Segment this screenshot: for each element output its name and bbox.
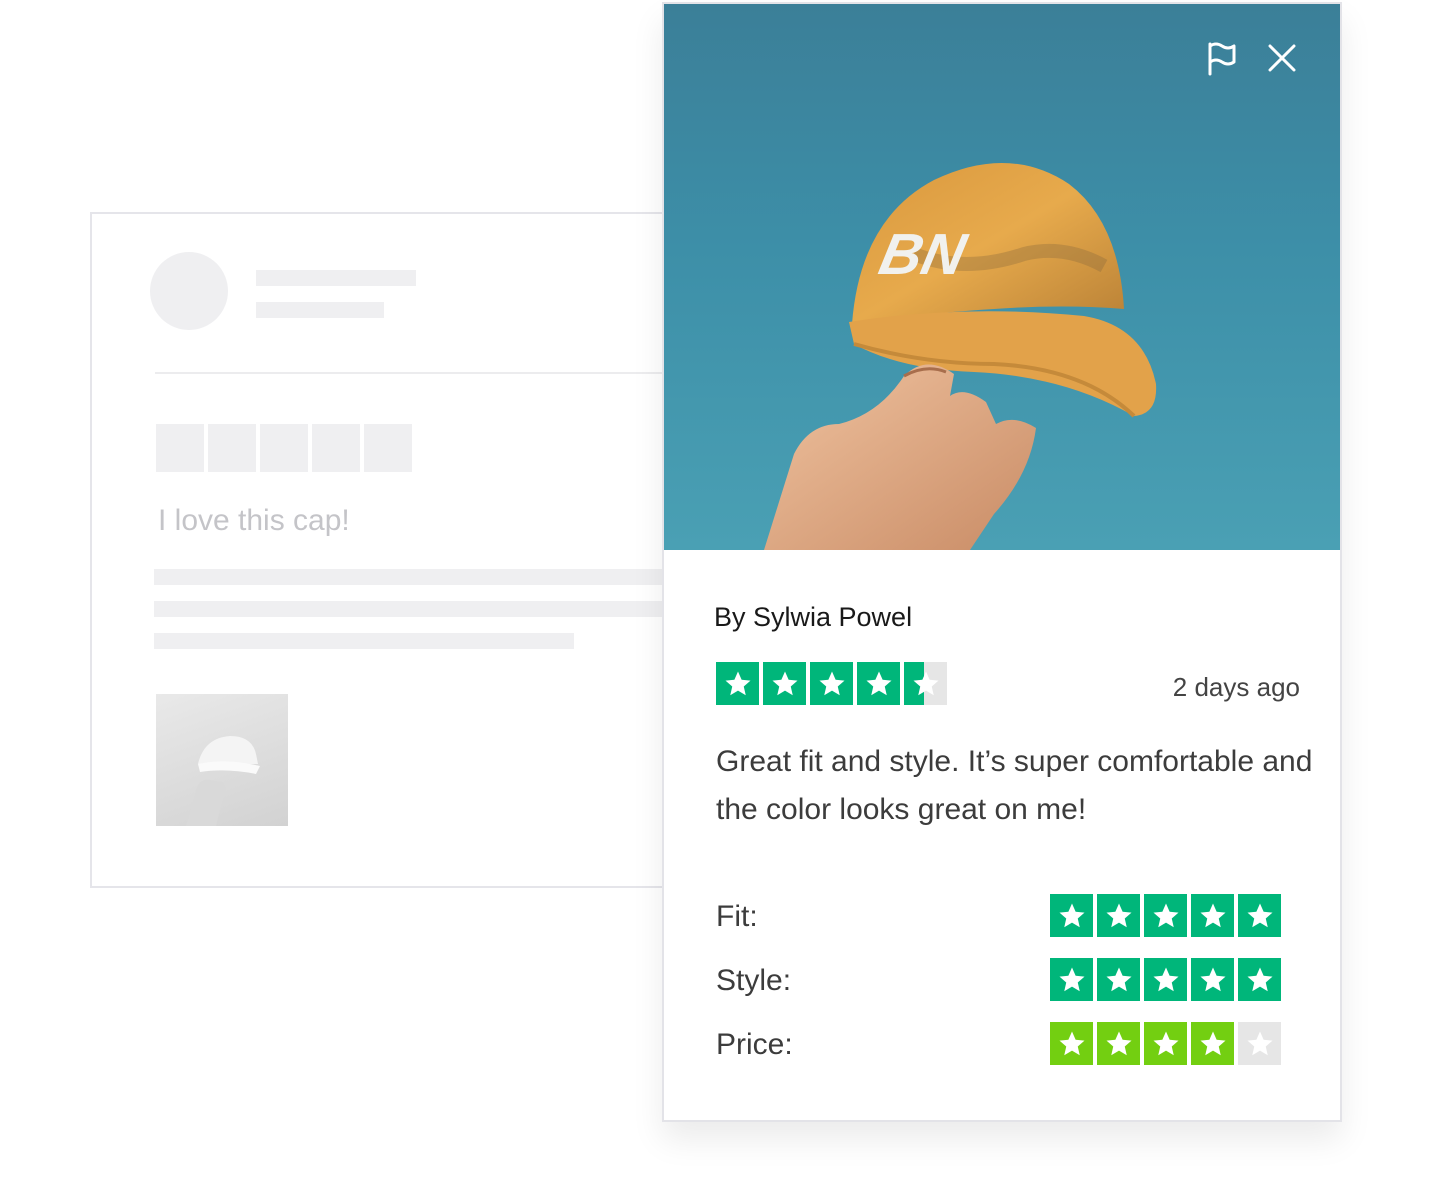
close-icon[interactable]	[1262, 38, 1302, 78]
overall-rating-stars	[716, 662, 947, 705]
attribute-label-price: Price:	[716, 1028, 793, 1061]
star-icon	[1144, 894, 1187, 937]
star-icon	[857, 662, 900, 705]
star-icon	[1097, 958, 1140, 1001]
review-title: I love this cap!	[158, 504, 350, 537]
star-icon	[1050, 1022, 1093, 1065]
star-icon	[1238, 958, 1281, 1001]
star-icon	[1097, 894, 1140, 937]
star-icon	[1191, 1022, 1234, 1065]
star-icon	[716, 662, 759, 705]
star-placeholder	[260, 424, 308, 472]
star-placeholder	[364, 424, 412, 472]
star-icon	[904, 662, 947, 705]
star-icon	[1238, 1022, 1281, 1065]
divider	[155, 372, 695, 374]
star-icon	[1238, 894, 1281, 937]
review-modal: BN By Sylwia Powel 2 days ago Great fit …	[662, 2, 1342, 1122]
review-photo: BN	[664, 4, 1340, 550]
cap-photo-illustration: BN	[764, 162, 1157, 550]
review-body: Great fit and style. It’s super comforta…	[716, 745, 1313, 826]
meta-placeholder	[256, 302, 384, 318]
star-icon	[1050, 894, 1093, 937]
name-placeholder	[256, 270, 416, 286]
attribute-rating-style	[1050, 958, 1281, 1001]
background-review-card: I love this cap!	[90, 212, 695, 888]
star-icon	[1144, 1022, 1187, 1065]
attribute-label-fit: Fit:	[716, 900, 758, 933]
flag-icon[interactable]	[1202, 38, 1242, 78]
star-icon	[810, 662, 853, 705]
text-placeholder	[154, 633, 574, 649]
star-placeholders	[156, 424, 412, 472]
svg-text:BN: BN	[874, 223, 973, 287]
text-placeholder	[154, 569, 694, 585]
star-icon	[1097, 1022, 1140, 1065]
star-placeholder	[208, 424, 256, 472]
star-icon	[1191, 958, 1234, 1001]
star-icon	[1144, 958, 1187, 1001]
attribute-rating-price	[1050, 1022, 1281, 1065]
text-placeholder	[154, 601, 694, 617]
avatar-placeholder	[150, 252, 228, 330]
star-icon	[1050, 958, 1093, 1001]
attribute-label-style: Style:	[716, 964, 792, 997]
review-author: By Sylwia Powel	[714, 602, 913, 632]
star-placeholder	[156, 424, 204, 472]
star-icon	[763, 662, 806, 705]
attribute-rating-fit	[1050, 894, 1281, 937]
review-photo-thumbnail[interactable]	[156, 694, 288, 826]
star-icon	[1191, 894, 1234, 937]
star-placeholder	[312, 424, 360, 472]
review-date: 2 days ago	[1172, 672, 1300, 702]
